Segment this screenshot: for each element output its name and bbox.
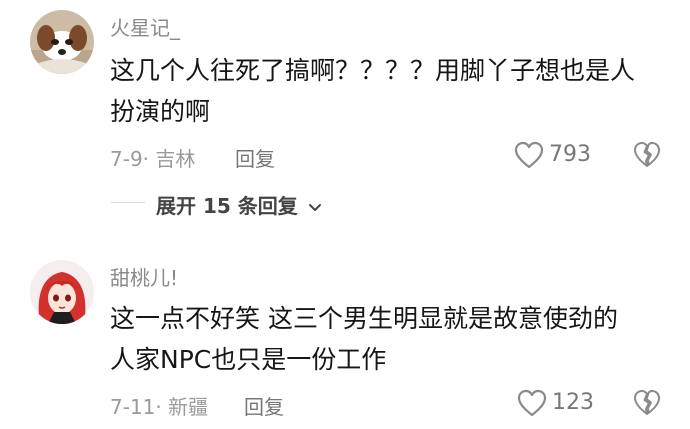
like-button[interactable] (513, 140, 545, 170)
chevron-down-icon (308, 203, 321, 211)
like-count: 123 (552, 390, 594, 415)
dislike-button[interactable] (632, 140, 662, 170)
comment-text: 这一点不好笑 这三个男生明显就是故意使劲的 人家NPC也只是一份工作 (110, 298, 618, 380)
comment-text-line: 扮演的啊 (110, 97, 211, 126)
like-button[interactable] (516, 388, 548, 418)
anime-girl-avatar-icon (30, 260, 94, 324)
reply-button[interactable]: 回复 (244, 391, 284, 420)
like-count: 793 (549, 142, 591, 167)
comment-text-line: 人家NPC也只是一份工作 (110, 345, 387, 374)
comment-text: 这几个人往死了搞啊？？？？用脚丫子想也是人 扮演的啊 (110, 50, 635, 132)
avatar[interactable] (30, 10, 94, 74)
comment-meta: 7-9· 吉林 (110, 147, 196, 171)
broken-heart-icon (634, 142, 660, 167)
comment-meta: 7-11· 新疆 (110, 395, 209, 419)
avatar[interactable] (30, 260, 94, 324)
comment-text-line: 这一点不好笑 这三个男生明显就是故意使劲的 (110, 304, 618, 333)
dog-avatar-icon (30, 10, 94, 74)
broken-heart-icon (634, 390, 660, 415)
reply-button[interactable]: 回复 (235, 143, 275, 172)
expand-replies-label: 展开 15 条回复 (156, 194, 298, 218)
expand-replies-button[interactable]: 展开 15 条回复 (156, 190, 322, 219)
divider (111, 202, 145, 203)
comment-username[interactable]: 火星记_ (110, 12, 180, 41)
heart-icon (514, 141, 544, 169)
heart-icon (517, 389, 547, 417)
comment-username[interactable]: 甜桃儿! (110, 262, 178, 291)
dislike-button[interactable] (632, 388, 662, 418)
comment-text-line: 这几个人往死了搞啊？？？？用脚丫子想也是人 (110, 56, 636, 85)
